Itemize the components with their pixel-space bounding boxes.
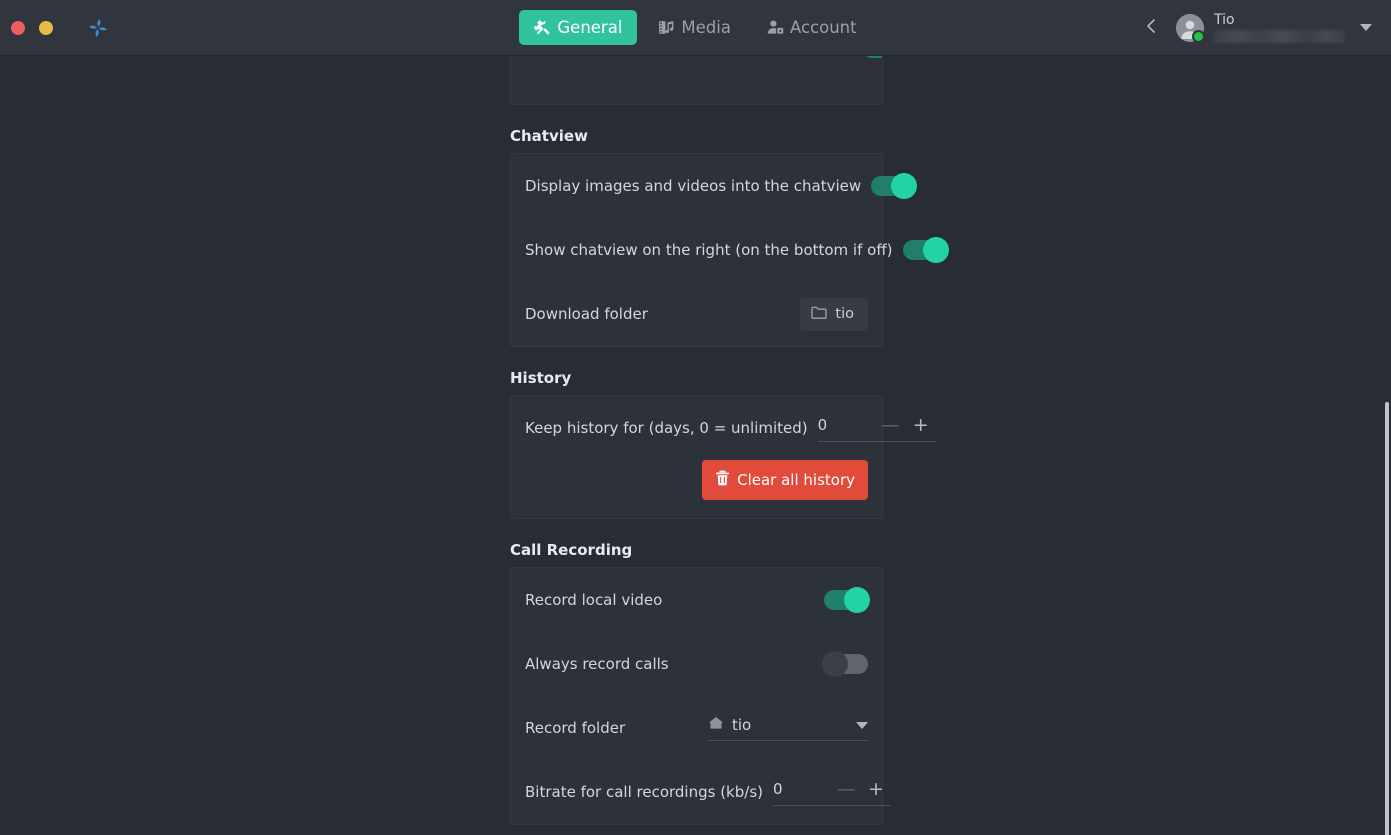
back-button[interactable]: [1134, 8, 1168, 48]
card-history: Keep history for (days, 0 = unlimited) 0…: [510, 395, 936, 519]
film-music-icon: [658, 19, 675, 36]
row-label: Display images and videos into the chatv…: [525, 177, 862, 195]
tools-icon: [534, 19, 551, 36]
account-selector[interactable]: Tio: [1168, 9, 1383, 47]
row-display-images-videos: Display images and videos into the chatv…: [511, 154, 918, 218]
toggle-always-record-calls[interactable]: [822, 651, 868, 677]
section-title-call-recording: Call Recording: [510, 541, 633, 559]
avatar: [1176, 14, 1205, 43]
download-folder-value: tio: [835, 306, 854, 322]
trash-icon: [715, 470, 730, 490]
tab-media[interactable]: Media: [643, 10, 746, 45]
settings-column: Enable notifications for new chat messag…: [510, 56, 949, 835]
row-label: Download folder: [525, 305, 648, 323]
bitrate-increment-button[interactable]: +: [861, 780, 891, 799]
keep-history-decrement-button[interactable]: —: [876, 416, 906, 435]
settings-content: Enable notifications for new chat messag…: [0, 56, 1391, 835]
row-label: Enable notifications for new chat messag…: [525, 56, 852, 57]
card-call-recording: Record local video Always record calls R…: [510, 567, 891, 825]
account-id-redacted: [1214, 30, 1345, 43]
row-download-folder: Download folder tio: [511, 282, 882, 346]
chevron-left-icon: [1144, 17, 1158, 39]
row-label: Always record calls: [525, 655, 669, 673]
account-area: Tio: [1134, 0, 1391, 56]
section-title-history: History: [510, 369, 572, 387]
keep-history-stepper: 0 — +: [817, 416, 936, 442]
toggle-show-chatview-right[interactable]: [902, 237, 949, 263]
toggle-record-local-video[interactable]: [824, 587, 870, 613]
row-label: Record local video: [525, 591, 663, 609]
record-folder-combobox[interactable]: tio: [708, 715, 868, 741]
bitrate-stepper: 0 — +: [773, 780, 891, 806]
keep-history-increment-button[interactable]: +: [906, 416, 936, 435]
tab-general-label: General: [557, 18, 623, 37]
home-icon: [708, 715, 724, 734]
tab-general[interactable]: General: [519, 10, 638, 45]
row-label: Keep history for (days, 0 = unlimited): [525, 419, 808, 437]
row-show-chatview-right: Show chatview on the right (on the botto…: [511, 218, 949, 282]
chevron-down-icon[interactable]: [856, 715, 868, 734]
toggle-display-images-videos[interactable]: [871, 173, 918, 199]
clear-all-history-label: Clear all history: [737, 471, 855, 489]
download-folder-button[interactable]: tio: [800, 297, 868, 331]
record-folder-value: tio: [732, 715, 752, 734]
row-label: Record folder: [525, 719, 626, 737]
row-record-local-video: Record local video: [511, 568, 882, 632]
history-actions: Clear all history: [511, 460, 882, 518]
bitrate-decrement-button[interactable]: —: [831, 780, 861, 799]
online-status-indicator: [1192, 30, 1205, 43]
app-logo-icon: [87, 17, 109, 39]
row-always-record-calls: Always record calls: [511, 632, 882, 696]
tab-media-label: Media: [681, 18, 731, 37]
bitrate-value[interactable]: 0: [773, 780, 831, 798]
scrollbar-thumb[interactable]: [1385, 402, 1389, 835]
row-label: Bitrate for call recordings (kb/s): [525, 783, 763, 801]
tab-account-label: Account: [789, 18, 857, 37]
row-label: Show chatview on the right (on the botto…: [525, 241, 893, 259]
folder-icon: [811, 306, 828, 323]
row-record-folder: Record folder tio: [511, 696, 882, 760]
row-bitrate: Bitrate for call recordings (kb/s) 0 — +: [511, 760, 891, 824]
chevron-down-icon[interactable]: [1355, 24, 1377, 32]
keep-history-value[interactable]: 0: [818, 416, 876, 434]
account-name: Tio: [1214, 12, 1235, 28]
window-controls: [0, 17, 109, 39]
user-badge-icon: [767, 19, 784, 36]
minimize-window-button[interactable]: [39, 20, 53, 35]
tab-account[interactable]: Account: [752, 10, 872, 45]
toggle-enable-notifications[interactable]: [861, 56, 882, 61]
section-title-chatview: Chatview: [510, 127, 588, 145]
close-window-button[interactable]: [11, 20, 25, 35]
row-enable-notifications: Enable notifications for new chat messag…: [511, 56, 882, 80]
clear-all-history-button[interactable]: Clear all history: [702, 460, 868, 500]
row-keep-history: Keep history for (days, 0 = unlimited) 0…: [511, 396, 936, 460]
card-chatview: Display images and videos into the chatv…: [510, 153, 949, 347]
title-bar: General Media Account Tio: [0, 0, 1391, 56]
vertical-scrollbar[interactable]: [1385, 112, 1391, 835]
card-notifications-partial: Enable notifications for new chat messag…: [510, 56, 883, 105]
account-text: Tio: [1214, 13, 1345, 43]
